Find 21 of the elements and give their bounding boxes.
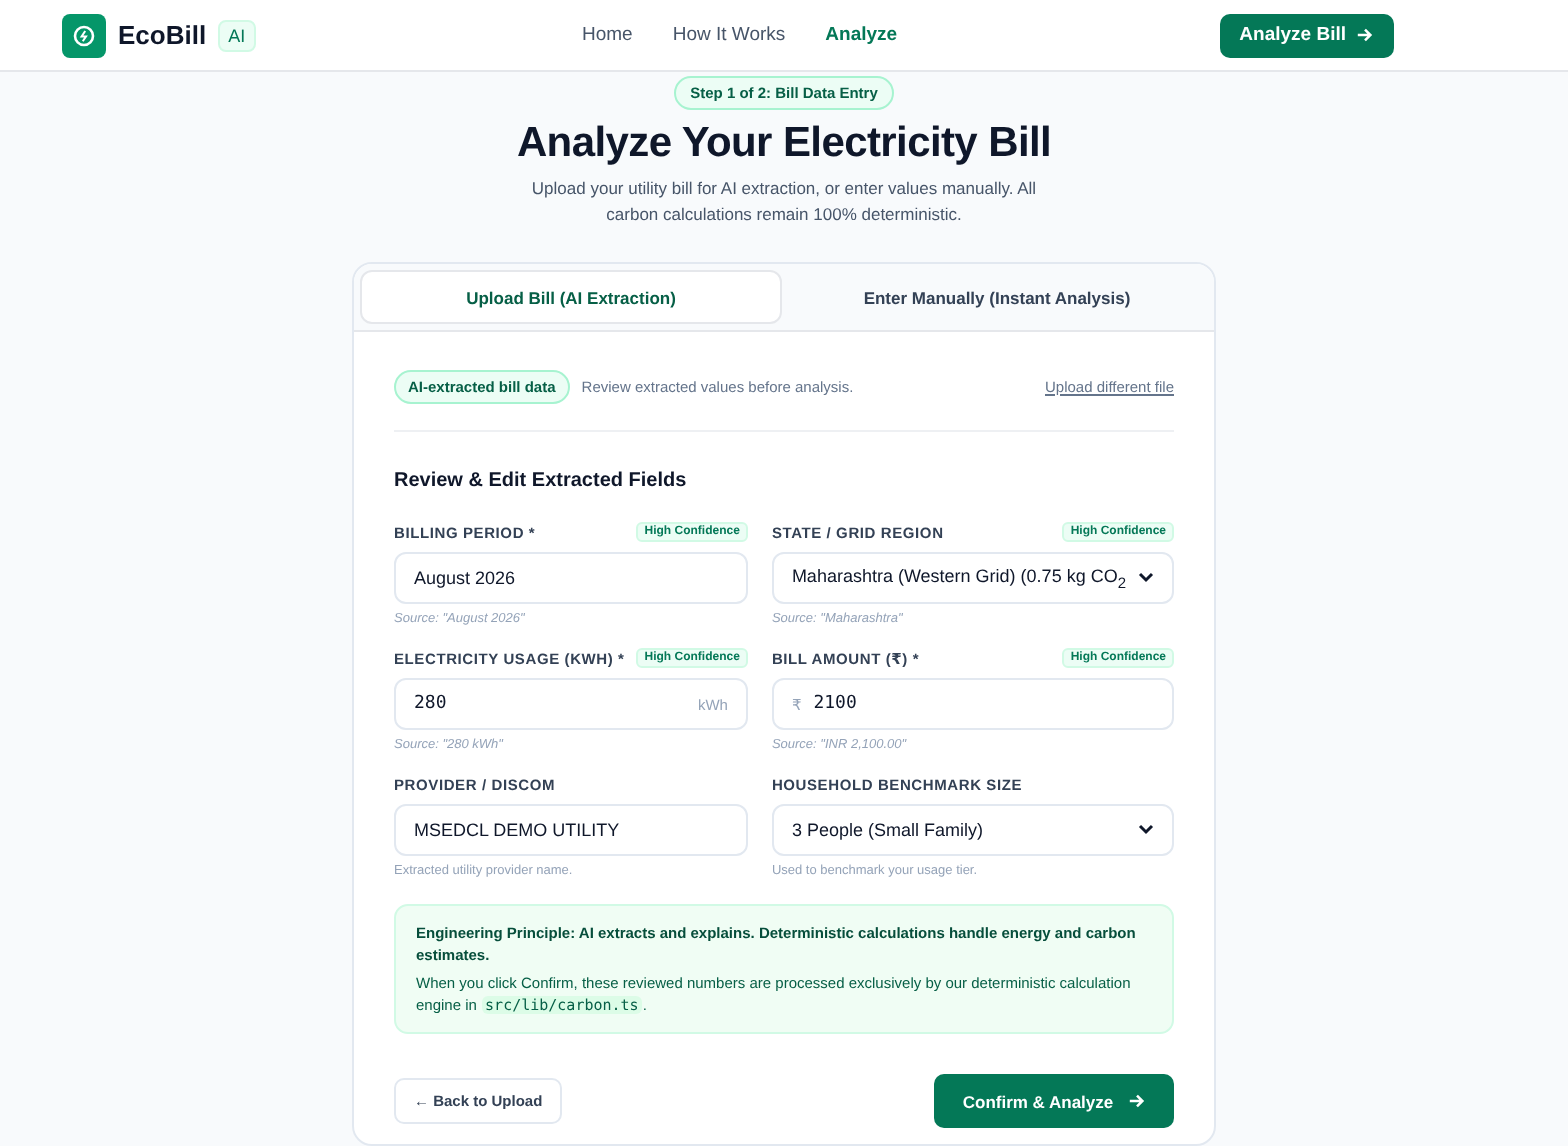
input-field[interactable]: MSEDCL DEMO UTILITY bbox=[394, 804, 748, 856]
confirm-button[interactable]: Confirm & Analyze bbox=[934, 1074, 1174, 1128]
mode-tab[interactable]: Enter Manually (Instant Analysis) bbox=[786, 270, 1208, 324]
mode-tab[interactable]: Upload Bill (AI Extraction) bbox=[360, 270, 782, 324]
page-title: Analyze Your Electricity Bill bbox=[516, 120, 1052, 168]
section-title: Review & Edit Extracted Fields bbox=[394, 470, 689, 492]
brand-badge: AI bbox=[218, 19, 256, 51]
select-field[interactable]: Maharashtra (Western Grid) (0.75 kg CO$_{2}$ bbox=[771, 552, 1174, 604]
analyze-bill-button[interactable]: Analyze Bill bbox=[1219, 13, 1394, 57]
nav-link[interactable]: How It Works bbox=[672, 24, 786, 46]
nav-link[interactable]: Analyze bbox=[825, 24, 898, 46]
page-subtitle: Upload your utility bill for AI extraction, or enter values manually. All carbon calculations remain 100% deterministic. bbox=[529, 176, 1039, 228]
input-field[interactable]: August 2026 bbox=[394, 552, 748, 604]
select-field[interactable]: 3 People (Small Family) bbox=[771, 804, 1174, 856]
chevron-down-icon bbox=[1138, 572, 1154, 584]
arrow-right-icon bbox=[1127, 1092, 1146, 1110]
nav-link[interactable]: Home bbox=[582, 24, 633, 46]
logo-icon bbox=[62, 13, 106, 57]
chevron-down-icon bbox=[1138, 824, 1154, 836]
arrow-right-icon bbox=[1356, 26, 1374, 44]
brand-name: EcoBill bbox=[118, 20, 207, 50]
